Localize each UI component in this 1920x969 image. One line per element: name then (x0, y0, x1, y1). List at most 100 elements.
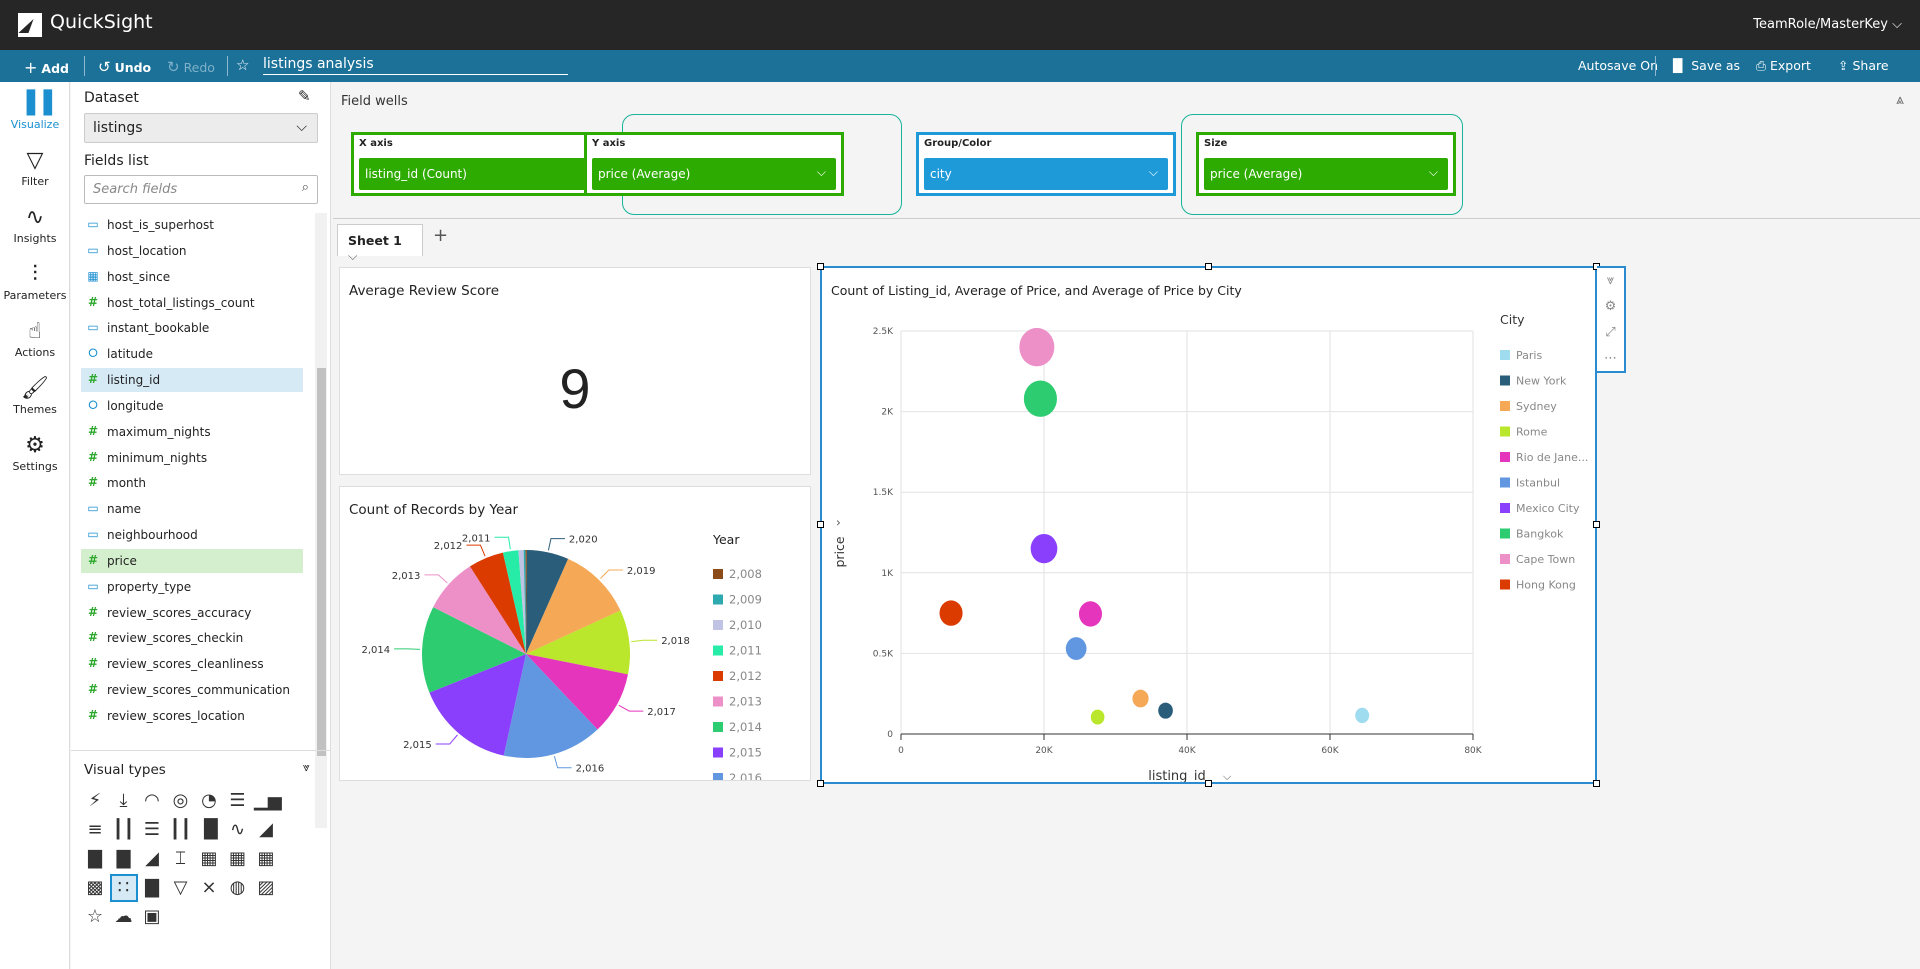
horizontal-100-bar-icon[interactable]: ☰ (140, 818, 164, 842)
scatter-plot-icon[interactable]: ∷ (109, 874, 138, 902)
well-field-dropdown[interactable]: listing_id (Count)⌵ (359, 158, 603, 190)
dataset-select[interactable]: listings ⌵ (84, 113, 318, 143)
box-plot-icon[interactable]: ⌶ (169, 847, 193, 871)
vertical-100-bar-icon[interactable]: ┃┃ (169, 818, 193, 842)
well-y-axis[interactable]: Y axis price (Average) ⌵ (584, 132, 844, 196)
save-as-button[interactable]: ▐▌ Save as (1668, 58, 1740, 73)
well-field-dropdown[interactable]: city ⌵ (924, 158, 1168, 190)
scatter-legend-item[interactable]: New York (1516, 375, 1567, 388)
field-item-month[interactable]: # month (81, 471, 303, 495)
insight-icon[interactable]: ☆ (83, 905, 107, 929)
pie-visual[interactable]: Count of Records by Year 2,020 2,019 2,018… (339, 486, 811, 781)
field-item-maximum_nights[interactable]: # maximum_nights (81, 420, 303, 444)
histogram-icon[interactable]: ▇ (140, 876, 164, 900)
export-button[interactable]: ⎙ Export (1756, 58, 1811, 74)
rail-item-insights[interactable]: ∿ Insights (0, 204, 70, 245)
bubble-cape-town[interactable] (1019, 327, 1055, 367)
field-item-host_is_superhost[interactable]: ▭ host_is_superhost (81, 215, 303, 237)
pivot-table-icon[interactable]: ▦ (226, 847, 250, 871)
rail-item-themes[interactable]: 🖌 Themes (0, 375, 70, 416)
add-sheet-icon[interactable]: + (433, 225, 448, 246)
combo-stacked-icon[interactable]: ▇ (112, 847, 136, 871)
bubble-mexico-city[interactable] (1030, 533, 1058, 564)
line-icon[interactable]: ∿ (226, 818, 250, 842)
filled-map-icon[interactable]: ◍ (226, 876, 250, 900)
custom-visual-icon[interactable]: ▣ (140, 905, 164, 929)
pie-icon[interactable]: ◔ (197, 789, 221, 813)
resize-handle[interactable] (1593, 521, 1600, 528)
rail-item-settings[interactable]: ⚙ Settings (0, 432, 70, 473)
favorite-star-icon[interactable]: ☆ (236, 56, 249, 74)
field-item-review_scores_location[interactable]: # review_scores_location (81, 704, 303, 728)
rail-item-visualize[interactable]: ▐▐ Visualize (0, 90, 70, 131)
y-axis-label[interactable]: price (832, 536, 847, 567)
well-size[interactable]: Size price (Average) ⌵ (1196, 132, 1456, 196)
quicksight-logo-icon[interactable] (18, 13, 42, 37)
pie-legend-item[interactable]: 2,009 (729, 593, 762, 607)
rail-item-actions[interactable]: ☝ Actions (0, 318, 70, 359)
resize-handle[interactable] (817, 263, 824, 270)
well-x-axis[interactable]: X axis listing_id (Count)⌵ (351, 132, 611, 196)
scatter-legend-item[interactable]: Mexico City (1516, 502, 1580, 515)
expand-icon[interactable]: ⤢ (1597, 320, 1624, 346)
field-item-longitude[interactable]: ⭘ longitude (81, 394, 303, 418)
well-group-color[interactable]: Group/Color city ⌵ (916, 132, 1176, 196)
scatter-legend-item[interactable]: Sydney (1516, 400, 1557, 413)
scatter-visual[interactable]: Count of Listing_id, Average of Price, a… (820, 266, 1597, 784)
collapse-visual-icon[interactable]: ⩔ (1597, 268, 1624, 294)
field-item-host_location[interactable]: ▭ host_location (81, 239, 303, 263)
field-item-neighbourhood[interactable]: ▭ neighbourhood (81, 523, 303, 547)
field-item-listing_id[interactable]: # listing_id (81, 368, 303, 393)
scatter-legend-item[interactable]: Cape Town (1516, 553, 1575, 566)
area-icon[interactable]: ◢ (254, 818, 278, 842)
pie-legend-item[interactable]: 2,012 (729, 669, 762, 683)
field-item-host_since[interactable]: ▦ host_since (81, 265, 303, 289)
word-cloud-icon[interactable]: ☁ (112, 905, 136, 929)
field-item-name[interactable]: ▭ name (81, 497, 303, 521)
add-button[interactable]: + Add (24, 58, 69, 77)
field-item-review_scores_checkin[interactable]: # review_scores_checkin (81, 626, 303, 650)
redo-button[interactable]: ↻ Redo (167, 58, 215, 76)
points-map-icon[interactable]: ▨ (254, 876, 278, 900)
tree-map-icon[interactable]: ▩ (83, 876, 107, 900)
sankey-icon[interactable]: ⨯ (197, 876, 221, 900)
scatter-legend-item[interactable]: Hong Kong (1516, 579, 1576, 592)
pie-legend-item[interactable]: 2,010 (729, 618, 762, 632)
horizontal-stacked-bar-icon[interactable]: ≡ (83, 818, 107, 842)
edit-pencil-icon[interactable]: ✎ (298, 87, 311, 105)
vertical-stacked-bar-icon[interactable]: ┃┃ (112, 818, 136, 842)
y-axis-chevron-icon[interactable]: › (836, 516, 841, 530)
pie-legend-item[interactable]: 2,013 (729, 695, 762, 709)
tab-sheet-1[interactable]: Sheet 1 ⌵ (337, 224, 423, 263)
share-button[interactable]: ⇪ Share (1838, 58, 1889, 73)
scatter-legend-item[interactable]: Bangkok (1516, 528, 1564, 541)
pie-legend-item[interactable]: 2,015 (729, 746, 762, 760)
collapse-wells-icon[interactable]: ⩓ (1896, 92, 1904, 108)
scatter-legend-item[interactable]: Istanbul (1516, 477, 1560, 490)
gauge-icon[interactable]: ◠ (140, 789, 164, 813)
settings-gear-icon[interactable]: ⚙ (1597, 294, 1624, 320)
horizontal-bar-icon[interactable]: ☰ (226, 789, 250, 813)
pie-legend-item[interactable]: 2,008 (729, 567, 762, 581)
stacked-area-icon[interactable]: ◢ (140, 847, 164, 871)
field-item-instant_bookable[interactable]: ▭ instant_bookable (81, 316, 303, 340)
collapse-chevron-icon[interactable]: ⩔ (303, 760, 310, 775)
funnel-icon[interactable]: ▽ (169, 876, 193, 900)
field-item-price[interactable]: # price (81, 548, 303, 573)
bubble-hong-kong[interactable] (939, 600, 963, 626)
analysis-title-input[interactable]: listings analysis (263, 56, 568, 75)
scatter-legend-item[interactable]: Rio de Jane... (1516, 451, 1588, 464)
user-menu[interactable]: TeamRole/MasterKey ⌵ (1753, 17, 1902, 32)
bubble-istanbul[interactable] (1065, 637, 1087, 660)
field-item-review_scores_cleanliness[interactable]: # review_scores_cleanliness (81, 652, 303, 676)
resize-handle[interactable] (817, 521, 824, 528)
search-fields-input[interactable]: Search fields ⌕ (84, 175, 318, 204)
resize-handle[interactable] (1593, 780, 1600, 787)
field-item-minimum_nights[interactable]: # minimum_nights (81, 446, 303, 470)
combo-bar-line-icon[interactable]: ▇ (83, 847, 107, 871)
kpi-visual[interactable]: Average Review Score 9 (339, 267, 811, 475)
chevron-down-icon[interactable]: ⌵ (348, 248, 357, 263)
donut-icon[interactable]: ◎ (169, 789, 193, 813)
well-field-dropdown[interactable]: price (Average) ⌵ (1204, 158, 1448, 190)
table-icon[interactable]: ▦ (254, 847, 278, 871)
